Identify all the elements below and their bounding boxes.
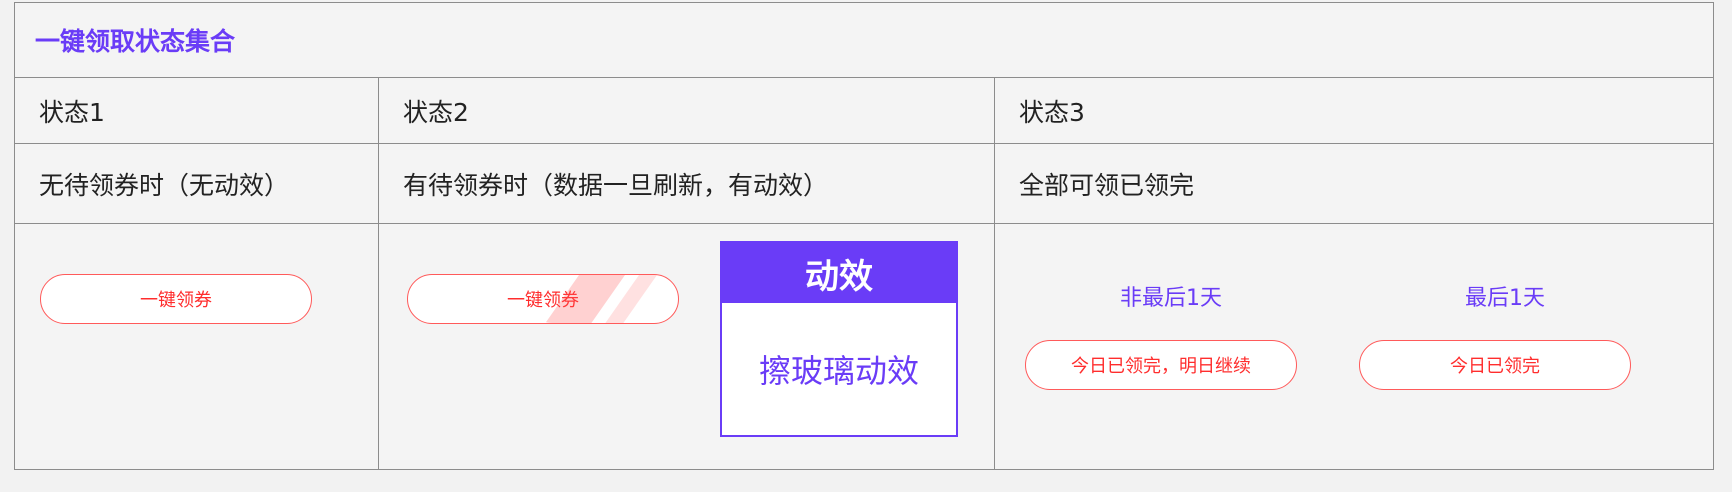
state2-header-label: 状态2 — [403, 97, 469, 127]
state2-claim-button[interactable]: 一键领券 — [407, 274, 679, 324]
state2-desc: 有待领券时（数据一旦刷新，有动效） — [379, 144, 995, 224]
state2-claim-button-label: 一键领券 — [507, 290, 579, 311]
claimed-come-back-tomorrow-button[interactable]: 今日已领完，明日继续 — [1025, 340, 1297, 390]
state3-header: 状态3 — [995, 78, 1713, 144]
states-grid: 状态1 状态2 状态3 无待领券时（无动效） 有待领券时（数据一旦刷新，有动效）… — [15, 78, 1713, 470]
animation-callout: 动效 擦玻璃动效 — [720, 241, 958, 437]
state1-claim-button-label: 一键领券 — [140, 290, 212, 311]
state2-preview: 一键领券 动效 擦玻璃动效 — [379, 224, 995, 470]
animation-callout-title: 动效 — [722, 243, 956, 303]
state3-desc-text: 全部可领已领完 — [1019, 170, 1195, 200]
not-last-day-label: 非最后1天 — [1120, 286, 1222, 311]
state1-preview: 一键领券 — [15, 224, 379, 470]
state1-desc-text: 无待领券时（无动效） — [39, 170, 290, 200]
claimed-today-button[interactable]: 今日已领完 — [1359, 340, 1631, 390]
state2-desc-text: 有待领券时（数据一旦刷新，有动效） — [403, 170, 829, 200]
state1-header: 状态1 — [15, 78, 379, 144]
table-title-row: 一键领取状态集合 — [15, 3, 1713, 78]
table-title: 一键领取状态集合 — [35, 27, 236, 56]
claimed-today-label: 今日已领完 — [1450, 356, 1540, 377]
animation-callout-desc: 擦玻璃动效 — [758, 352, 919, 390]
state1-claim-button[interactable]: 一键领券 — [40, 274, 312, 324]
state2-header: 状态2 — [379, 78, 995, 144]
state1-header-label: 状态1 — [39, 97, 105, 127]
claimed-come-back-tomorrow-label: 今日已领完，明日继续 — [1071, 356, 1251, 377]
state1-desc: 无待领券时（无动效） — [15, 144, 379, 224]
state3-desc: 全部可领已领完 — [995, 144, 1713, 224]
state3-preview: 非最后1天 今日已领完，明日继续 最后1天 今日已领完 — [995, 224, 1713, 470]
state3-header-label: 状态3 — [1019, 97, 1085, 127]
last-day-label: 最后1天 — [1465, 286, 1545, 311]
state-collection-table: 一键领取状态集合 状态1 状态2 状态3 无待领券时（无动效） 有待领券时（数据… — [14, 2, 1714, 470]
